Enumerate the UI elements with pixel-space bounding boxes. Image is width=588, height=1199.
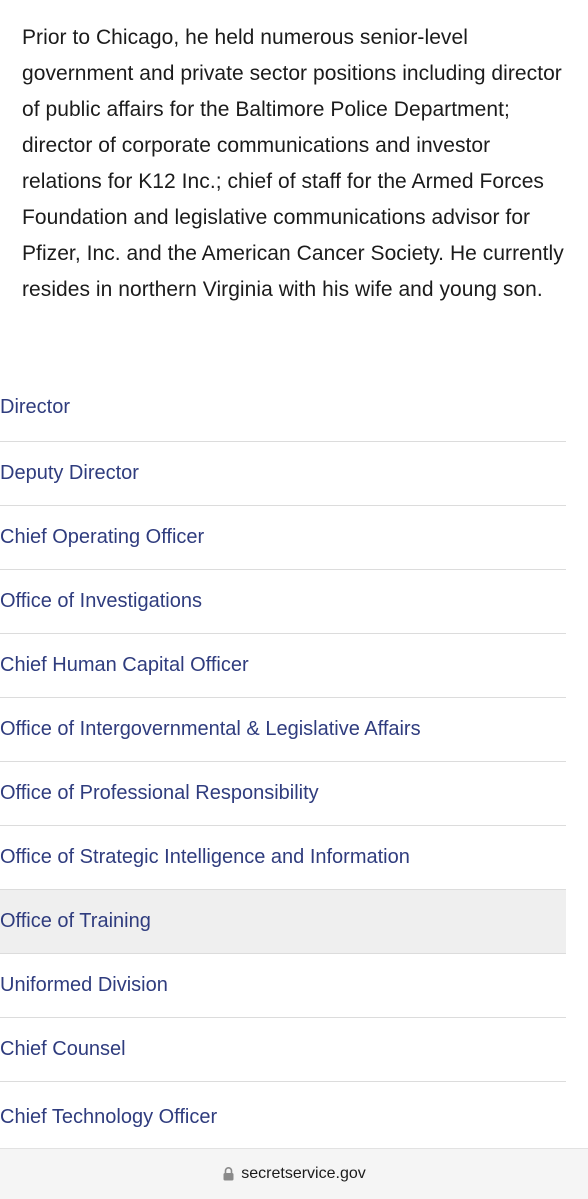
nav-item-chief-operating-officer[interactable]: Chief Operating Officer xyxy=(0,506,566,570)
nav-item-label: Office of Strategic Intelligence and Inf… xyxy=(0,846,410,868)
nav-item-label: Director xyxy=(0,396,71,418)
nav-item-chief-technology-officer[interactable]: Chief Technology Officer xyxy=(0,1082,566,1152)
nav-item-label: Chief Human Capital Officer xyxy=(0,654,249,676)
url-text: secretservice.gov xyxy=(241,1165,366,1182)
bio-paragraph: Prior to Chicago, he held numerous senio… xyxy=(22,26,564,301)
nav-item-label: Office of Professional Responsibility xyxy=(0,782,319,804)
nav-item-director[interactable]: Director xyxy=(0,374,566,442)
leadership-nav-list: Director Deputy Director Chief Operating… xyxy=(0,374,566,1152)
nav-item-label: Chief Technology Officer xyxy=(0,1105,218,1128)
nav-item-label: Office of Intergovernmental & Legislativ… xyxy=(0,718,421,740)
nav-item-professional-responsibility[interactable]: Office of Professional Responsibility xyxy=(0,762,566,826)
nav-item-deputy-director[interactable]: Deputy Director xyxy=(0,442,566,506)
browser-address-bar[interactable]: secretservice.gov xyxy=(0,1148,588,1199)
nav-item-label: Office of Training xyxy=(0,910,151,932)
nav-item-uniformed-division[interactable]: Uniformed Division xyxy=(0,954,566,1018)
nav-item-label: Chief Operating Officer xyxy=(0,526,205,548)
nav-item-chief-human-capital-officer[interactable]: Chief Human Capital Officer xyxy=(0,634,566,698)
nav-item-label: Office of Investigations xyxy=(0,590,202,612)
nav-item-strategic-intelligence[interactable]: Office of Strategic Intelligence and Inf… xyxy=(0,826,566,890)
nav-item-office-of-investigations[interactable]: Office of Investigations xyxy=(0,570,566,634)
nav-item-intergovernmental-legislative-affairs[interactable]: Office of Intergovernmental & Legislativ… xyxy=(0,698,566,762)
nav-item-label: Uniformed Division xyxy=(0,974,168,996)
nav-item-chief-counsel[interactable]: Chief Counsel xyxy=(0,1018,566,1082)
nav-item-label: Chief Counsel xyxy=(0,1038,126,1060)
nav-item-label: Deputy Director xyxy=(0,462,139,484)
nav-item-office-of-training[interactable]: Office of Training xyxy=(0,890,566,954)
lock-icon xyxy=(222,1166,235,1182)
